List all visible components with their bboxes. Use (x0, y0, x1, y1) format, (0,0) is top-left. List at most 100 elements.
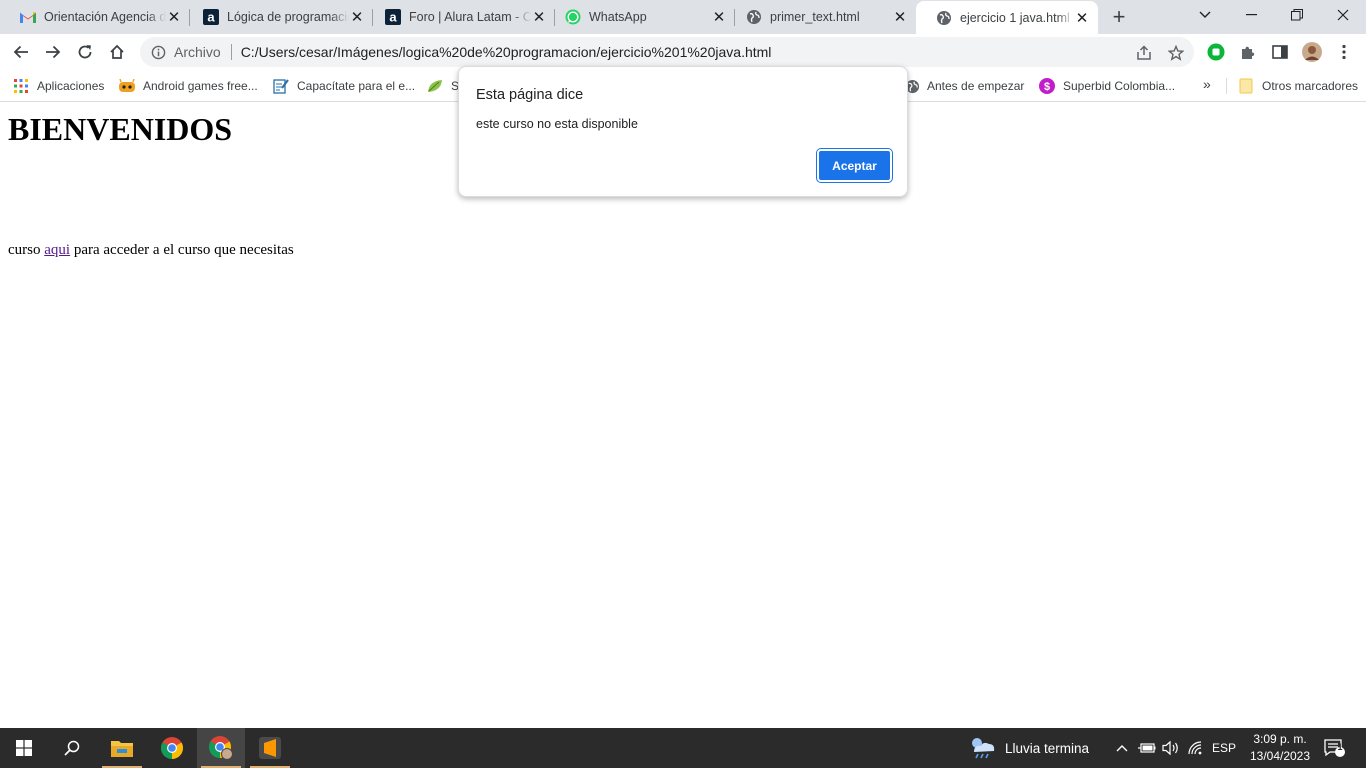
taskbar-sublime-text[interactable] (246, 728, 294, 768)
bookmark-otros-marcadores[interactable]: Otros marcadores (1238, 76, 1358, 96)
minimize-button[interactable] (1228, 0, 1274, 30)
bookmark-label: Aplicaciones (37, 79, 105, 93)
alura-icon: a (203, 9, 219, 25)
extension-green-icon[interactable] (1206, 42, 1226, 62)
bookmark-antes-de-empezar[interactable]: Antes de empezar (904, 76, 1024, 96)
search-button[interactable] (48, 728, 96, 768)
tab-gmail[interactable]: Orientación Agencia de ✕ (0, 0, 190, 34)
close-icon[interactable]: ✕ (892, 9, 908, 26)
clock-date: 13/04/2023 (1249, 749, 1311, 763)
bookmark-label: Antes de empezar (927, 79, 1025, 93)
bookmark-aplicaciones[interactable]: Aplicaciones (13, 76, 104, 96)
superbid-icon: $ (1039, 78, 1055, 94)
reload-button[interactable] (71, 38, 99, 66)
volume-indicator[interactable] (1160, 728, 1182, 768)
alert-dialog: Esta página dice este curso no esta disp… (458, 66, 908, 197)
page-heading: BIENVENIDOS (8, 111, 233, 147)
close-icon[interactable]: ✕ (166, 9, 182, 26)
network-indicator[interactable] (1185, 728, 1207, 768)
language-indicator[interactable]: ESP (1209, 728, 1239, 768)
wifi-icon (1188, 741, 1202, 755)
close-icon[interactable]: ✕ (349, 9, 365, 26)
tab-primer-text[interactable]: primer_text.html ✕ (726, 0, 916, 34)
address-scheme: Archivo (174, 44, 221, 60)
browser-toolbar: Archivo C:/Users/cesar/Imágenes/logica%2… (0, 34, 1366, 70)
close-icon (1337, 9, 1349, 21)
notification-center-button[interactable]: 1 (1322, 728, 1348, 768)
restore-icon (1291, 9, 1303, 21)
dialog-title: Esta página dice (476, 87, 584, 103)
folder-icon (1238, 78, 1254, 94)
start-button[interactable] (0, 728, 48, 768)
weather-text: Lluvia termina (1005, 740, 1090, 756)
bookmark-capacitate[interactable]: Capacítate para el e... (273, 76, 415, 96)
address-url[interactable]: C:/Users/cesar/Imágenes/logica%20de%20pr… (241, 44, 772, 60)
share-icon[interactable] (1135, 44, 1153, 62)
svg-text:a: a (207, 10, 215, 25)
show-hidden-icons-button[interactable] (1112, 728, 1132, 768)
tab-label: WhatsApp (589, 10, 647, 24)
android-games-icon (119, 78, 135, 94)
globe-icon (746, 9, 762, 25)
leaf-icon (427, 78, 443, 94)
tab-foro-alura[interactable]: a Foro | Alura Latam - Cursos ✕ (365, 0, 555, 34)
clock-time: 3:09 p. m. (1253, 732, 1307, 746)
address-bar[interactable]: Archivo C:/Users/cesar/Imágenes/logica%2… (140, 37, 1194, 67)
home-button[interactable] (103, 38, 131, 66)
alura-icon: a (385, 9, 401, 25)
back-button[interactable] (7, 38, 35, 66)
bookmark-s[interactable]: S (427, 76, 459, 96)
restore-button[interactable] (1274, 0, 1320, 30)
more-bookmarks-button[interactable]: » (1203, 76, 1211, 92)
close-icon[interactable]: ✕ (1074, 10, 1090, 27)
apps-grid-icon (13, 78, 29, 94)
windows-logo-icon (16, 740, 32, 756)
svg-text:$: $ (1044, 81, 1050, 93)
course-link[interactable]: aqui (44, 242, 70, 258)
chevron-down-icon (1199, 11, 1211, 18)
taskbar-chrome[interactable] (148, 728, 196, 768)
bookmark-label: Android games free... (143, 79, 258, 93)
close-icon[interactable]: ✕ (711, 9, 727, 26)
tab-label: Lógica de programación (227, 10, 349, 24)
page-paragraph: curso aqui para acceder a el curso que n… (8, 242, 294, 259)
arrow-right-icon (46, 45, 61, 59)
taskbar-chrome-profile[interactable] (197, 728, 245, 768)
chrome-icon (161, 737, 183, 759)
tab-logica-programacion[interactable]: a Lógica de programación ✕ (183, 0, 373, 34)
tab-label: Orientación Agencia de (44, 10, 166, 24)
rain-cloud-icon (972, 738, 995, 759)
tab-whatsapp[interactable]: WhatsApp ✕ (545, 0, 735, 34)
bookmark-superbid[interactable]: $ Superbid Colombia... (1039, 76, 1175, 96)
address-divider (230, 44, 232, 60)
home-icon (110, 44, 124, 59)
close-window-button[interactable] (1320, 0, 1366, 30)
bookmark-label: Otros marcadores (1262, 79, 1359, 93)
menu-kebab-icon[interactable] (1334, 42, 1354, 62)
extensions-puzzle-icon[interactable] (1238, 42, 1258, 62)
bookmark-star-icon[interactable] (1167, 44, 1185, 62)
bookmark-android-games[interactable]: Android games free... (119, 76, 258, 96)
side-panel-icon[interactable] (1270, 42, 1290, 62)
capacitate-icon (273, 78, 289, 94)
svg-text:a: a (389, 10, 397, 25)
bookmarks-separator (1226, 78, 1227, 94)
battery-indicator[interactable] (1136, 728, 1158, 768)
aceptar-button[interactable]: Aceptar (817, 149, 892, 182)
tab-label: ejercicio 1 java.html (960, 10, 1070, 25)
tab-label: primer_text.html (770, 10, 860, 24)
dialog-message: este curso no esta disponible (476, 117, 638, 131)
forward-button[interactable] (39, 38, 67, 66)
info-icon[interactable] (150, 44, 166, 60)
taskbar-file-explorer[interactable] (98, 728, 146, 768)
chevron-up-icon (1116, 745, 1128, 752)
tab-ejercicio-java[interactable]: ejercicio 1 java.html ✕ (916, 1, 1098, 34)
speaker-icon (1162, 740, 1178, 756)
tab-label: Foro | Alura Latam - Cursos (409, 10, 531, 24)
weather-widget[interactable]: Lluvia termina (968, 728, 1102, 768)
clock[interactable]: 3:09 p. m. 13/04/2023 (1240, 731, 1320, 765)
sublime-text-icon (259, 737, 281, 759)
profile-avatar[interactable] (1302, 42, 1322, 62)
tab-search-button[interactable] (1182, 0, 1228, 30)
new-tab-button[interactable]: + (1106, 4, 1132, 29)
